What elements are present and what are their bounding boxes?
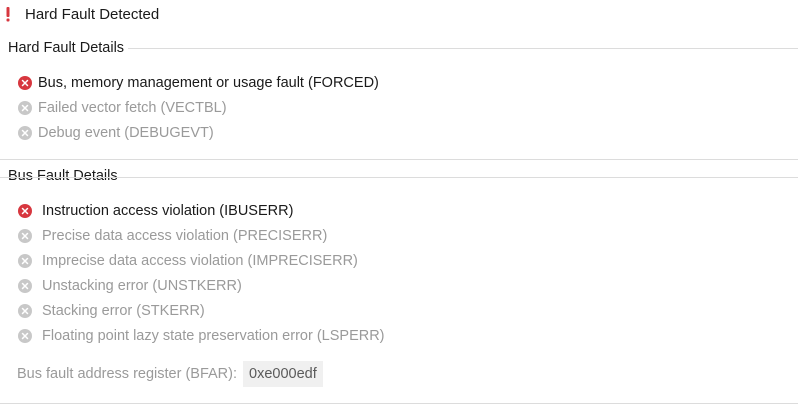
fault-item-vectbl: Failed vector fetch (VECTBL) [18,98,227,118]
divider [0,177,798,178]
group-header: Hard Fault Details [8,38,129,58]
bfar-value-field[interactable]: 0xe000edf [243,361,323,387]
hard-fault-view: Hard Fault Detected Hard Fault Details B… [0,0,798,406]
bfar-label: Bus fault address register (BFAR): [17,366,237,382]
fault-item-debugevt: Debug event (DEBUGEVT) [18,123,214,143]
inactive-x-icon [18,126,32,140]
divider [0,159,798,160]
error-x-icon [18,204,32,218]
inactive-x-icon [18,304,32,318]
fault-item-impreciserr: Imprecise data access violation (IMPRECI… [18,251,358,271]
divider [0,403,798,404]
inactive-x-icon [18,254,32,268]
fault-item-ibuserr: Instruction access violation (IBUSERR) [18,201,293,221]
inactive-x-icon [18,101,32,115]
title-row: Hard Fault Detected [3,4,159,24]
fault-item-preciserr: Precise data access violation (PRECISERR… [18,226,327,246]
group-title: Hard Fault Details [8,40,129,56]
fault-item-forced: Bus, memory management or usage fault (F… [18,73,379,93]
inactive-x-icon [18,279,32,293]
fault-item-label: Stacking error (STKERR) [42,303,205,319]
fault-item-label: Imprecise data access violation (IMPRECI… [42,253,358,269]
fault-item-label: Floating point lazy state preservation e… [42,328,385,344]
page-title: Hard Fault Detected [25,5,160,23]
inactive-x-icon [18,229,32,243]
group-title: Bus Fault Details [8,168,122,184]
bfar-row: Bus fault address register (BFAR): 0xe00… [17,361,323,387]
error-x-icon [18,76,32,90]
group-header: Bus Fault Details [8,166,122,186]
exclamation-icon [3,6,13,22]
fault-item-label: Unstacking error (UNSTKERR) [42,278,242,294]
fault-item-label: Instruction access violation (IBUSERR) [42,203,294,219]
fault-item-lsperr: Floating point lazy state preservation e… [18,326,385,346]
fault-item-label: Precise data access violation (PRECISERR… [42,228,328,244]
fault-item-stkerr: Stacking error (STKERR) [18,301,205,321]
divider [128,48,798,49]
fault-item-label: Bus, memory management or usage fault (F… [38,75,379,91]
fault-item-unstkerr: Unstacking error (UNSTKERR) [18,276,242,296]
hard-fault-details-group: Hard Fault Details Bus, memory managemen… [0,38,798,160]
fault-item-label: Debug event (DEBUGEVT) [38,125,214,141]
fault-item-label: Failed vector fetch (VECTBL) [38,100,227,116]
inactive-x-icon [18,329,32,343]
